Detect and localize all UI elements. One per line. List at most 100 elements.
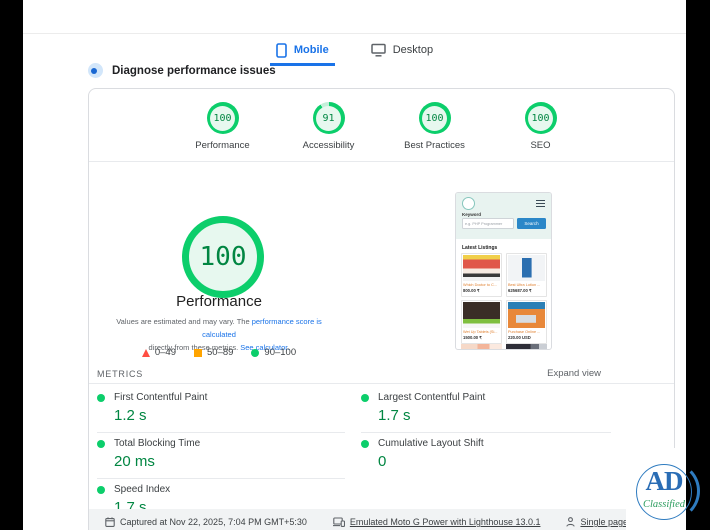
gauge-score: 91 xyxy=(316,105,341,131)
listing-image xyxy=(506,344,547,349)
score-legend: 0–49 50–89 90–100 xyxy=(89,347,349,358)
mobile-phone-icon xyxy=(276,42,287,58)
pagespeed-report: Mobile Desktop Diagnose performance issu… xyxy=(0,0,710,530)
gauge-performance[interactable]: 100 Performance xyxy=(187,102,259,151)
header-divider xyxy=(23,33,686,34)
gauge-best-practices[interactable]: 100 Best Practices xyxy=(399,102,471,151)
listing-price: 800.00 ₹ xyxy=(463,287,480,293)
gauge-seo[interactable]: 100 SEO xyxy=(505,102,577,151)
listing-card: Purchase Online ... 220.00 USD xyxy=(506,300,547,344)
gauge-label: Performance xyxy=(195,140,250,151)
performance-score-value: 100 xyxy=(199,242,247,272)
pass-dot-icon xyxy=(361,439,369,448)
thumb-site-logo xyxy=(462,197,475,210)
page-screenshot-thumbnail[interactable]: Keyword e.g. PHP Programmer Search Lates… xyxy=(455,192,552,350)
metrics-heading: METRICS xyxy=(97,368,144,379)
metrics-divider xyxy=(89,383,674,384)
expand-view-button[interactable]: Expand view xyxy=(547,368,601,379)
watermark-logo-subtext: Classified xyxy=(642,499,685,510)
metrics-column-left: First Contentful Paint 1.2 s Total Block… xyxy=(97,387,345,524)
gauge-ring: 91 xyxy=(312,102,345,134)
listing-image xyxy=(508,302,545,328)
tab-desktop[interactable]: Desktop xyxy=(365,40,439,66)
listing-title: Which Doctor to C... xyxy=(463,282,497,287)
pass-dot-icon xyxy=(361,393,369,402)
calendar-icon xyxy=(105,517,115,527)
metric-value: 1.2 s xyxy=(114,407,147,424)
diagnose-row: Diagnose performance issues xyxy=(88,63,276,78)
watermark-logo-text: AD xyxy=(645,466,684,496)
tab-mobile-label: Mobile xyxy=(293,44,329,56)
metric-label: Largest Contentful Paint xyxy=(378,392,486,403)
person-icon xyxy=(566,517,576,527)
gauge-accessibility[interactable]: 91 Accessibility xyxy=(293,102,365,151)
thumb-keyword-label: Keyword xyxy=(462,212,482,217)
metric-first-contentful-paint: First Contentful Paint 1.2 s xyxy=(97,387,345,433)
metric-total-blocking-time: Total Blocking Time 20 ms xyxy=(97,433,345,479)
right-black-bar xyxy=(686,0,710,530)
listing-title: Purchase Online ... xyxy=(508,329,541,334)
gauge-ring: 100 xyxy=(418,102,451,134)
left-black-bar xyxy=(0,0,23,530)
emulated-device: Emulated Moto G Power with Lighthouse 13… xyxy=(332,517,541,527)
pass-dot-icon xyxy=(97,485,105,494)
listing-title: Best Ultra Lotion ... xyxy=(508,282,541,287)
desc-text: Values are estimated and may vary. The xyxy=(116,317,252,326)
category-gauges: 100 Performance 91 Accessibility 100 Bes… xyxy=(89,102,674,151)
gauge-label: Accessibility xyxy=(302,140,355,151)
metric-value: 0 xyxy=(378,453,387,470)
thumb-hamburger-icon xyxy=(536,200,545,207)
legend-range: 90–100 xyxy=(264,347,297,358)
legend-range: 0–49 xyxy=(154,347,176,358)
report-card: 100 Performance 91 Accessibility 100 Bes… xyxy=(88,88,675,530)
listing-price: 220.00 USD xyxy=(508,334,531,340)
gauges-divider xyxy=(89,161,674,162)
metrics-header: METRICS Expand view xyxy=(97,368,601,379)
metric-cumulative-layout-shift: Cumulative Layout Shift 0 xyxy=(361,433,611,478)
tab-desktop-label: Desktop xyxy=(392,44,434,56)
listing-image xyxy=(463,255,500,281)
metric-label: Total Blocking Time xyxy=(114,438,201,449)
gauge-ring: 100 xyxy=(206,102,239,134)
green-circle-icon xyxy=(251,348,260,357)
gauge-ring: 100 xyxy=(524,102,557,134)
capture-timestamp: Captured at Nov 22, 2025, 7:04 PM GMT+5:… xyxy=(105,517,307,527)
pass-dot-icon xyxy=(97,439,105,448)
desktop-monitor-icon xyxy=(370,43,386,57)
insights-icon[interactable] xyxy=(88,63,103,78)
legend-average: 50–89 xyxy=(194,347,233,358)
legend-pass: 90–100 xyxy=(251,347,296,358)
listing-title: Wet Up Tablets (Si... xyxy=(463,329,498,334)
legend-fail: 0–49 xyxy=(141,347,176,358)
listing-image xyxy=(463,302,500,328)
listing-card: Wet Up Tablets (Si... 1500.00 ₹ xyxy=(461,300,502,344)
metric-value: 20 ms xyxy=(114,453,155,470)
metric-label: Speed Index xyxy=(114,484,171,495)
performance-score-gauge: 100 xyxy=(182,216,264,298)
listing-image xyxy=(461,344,502,349)
gauge-score: 100 xyxy=(210,105,235,131)
devices-icon xyxy=(332,517,345,527)
listing-card: Best Ultra Lotion ... 625687.00 ₹ xyxy=(506,253,547,297)
diagnose-label: Diagnose performance issues xyxy=(112,64,276,77)
metrics-column-right: Largest Contentful Paint 1.7 s Cumulativ… xyxy=(361,387,611,478)
gauge-label: SEO xyxy=(530,140,551,151)
emulated-device-link[interactable]: Emulated Moto G Power with Lighthouse 13… xyxy=(350,517,541,527)
red-triangle-icon xyxy=(141,348,150,357)
listing-card: Which Doctor to C... 800.00 ₹ xyxy=(461,253,502,297)
gauge-score: 100 xyxy=(422,105,447,131)
thumb-partial-row xyxy=(461,344,548,349)
listing-image xyxy=(508,255,545,281)
metric-value: 1.7 s xyxy=(378,407,411,424)
legend-range: 50–89 xyxy=(207,347,234,358)
thumb-listings-heading: Latest Listings xyxy=(462,245,498,251)
performance-section-title: Performance xyxy=(176,293,262,310)
metric-label: First Contentful Paint xyxy=(114,392,208,403)
capture-info-bar: Captured at Nov 22, 2025, 7:04 PM GMT+5:… xyxy=(89,509,674,530)
capture-timestamp-text: Captured at Nov 22, 2025, 7:04 PM GMT+5:… xyxy=(120,517,307,527)
thumb-search-input: e.g. PHP Programmer xyxy=(462,218,514,229)
orange-square-icon xyxy=(194,348,202,357)
tab-mobile[interactable]: Mobile xyxy=(269,40,335,66)
listing-price: 625687.00 ₹ xyxy=(508,287,532,293)
thumb-search-button: Search xyxy=(517,218,546,229)
